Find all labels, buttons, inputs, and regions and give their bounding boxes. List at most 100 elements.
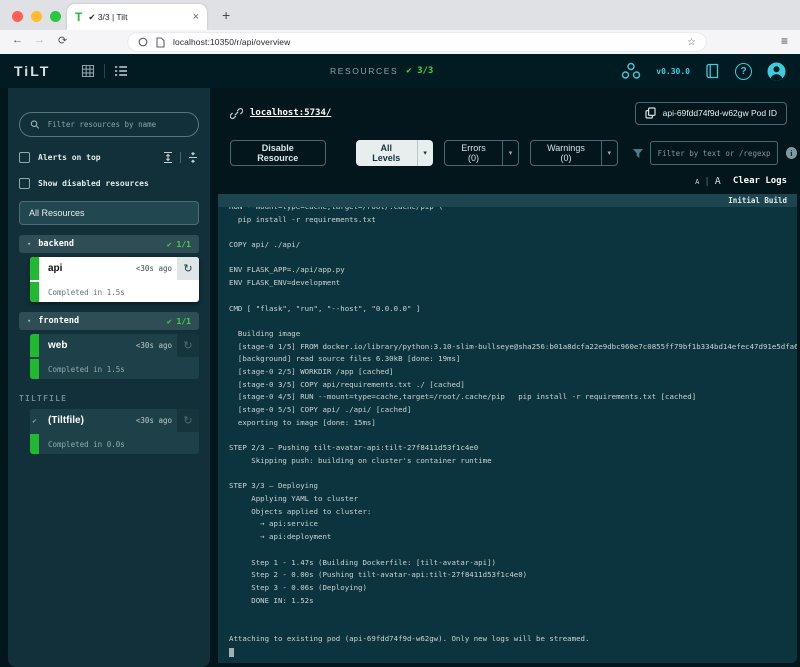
build-status-bar <box>30 334 39 357</box>
forward-button[interactable]: → <box>34 34 45 46</box>
log-cursor <box>229 648 234 658</box>
search-icon <box>30 120 40 129</box>
list-view-button[interactable] <box>105 62 137 80</box>
tilt-logo[interactable]: TiLT <box>14 63 50 79</box>
account-icon <box>767 62 786 80</box>
collapse-triangle-icon: ▾ <box>27 316 32 325</box>
tab-close-icon[interactable]: × <box>193 11 199 23</box>
account-button[interactable] <box>767 62 786 81</box>
window-zoom-button[interactable] <box>50 11 61 22</box>
resource-filter-input[interactable] <box>47 120 188 129</box>
resource-name: (Tiltfile) <box>48 415 84 426</box>
filter-info-icon[interactable]: i <box>785 147 797 159</box>
window-close-button[interactable] <box>12 11 23 22</box>
resource-group-backend: ▾ backend ✔ 1/1 api <30s ago ↻ Completed… <box>19 235 199 302</box>
window-minimize-button[interactable] <box>31 11 42 22</box>
errors-filter: Errors (0) ▾ <box>443 140 519 166</box>
new-tab-button[interactable]: + <box>222 8 230 22</box>
resource-age: <30s ago <box>135 416 172 425</box>
resource-name: web <box>48 340 68 351</box>
browser-tab[interactable]: T ✔ 3/3 | Tilt × <box>67 4 207 30</box>
clear-logs-button[interactable]: Clear Logs <box>733 176 787 186</box>
browser-window: T ✔ 3/3 | Tilt × + ← → ⟳ localhost:10350… <box>0 0 800 667</box>
reload-button[interactable]: ⟳ <box>58 34 67 47</box>
trigger-update-button[interactable]: ↻ <box>177 334 199 357</box>
resource-group-frontend: ▾ frontend ✔ 1/1 web <30s ago ↻ Complete… <box>19 312 199 379</box>
resource-age: <30s ago <box>135 264 172 273</box>
trigger-update-button[interactable]: ↻ <box>177 409 199 432</box>
copy-icon <box>645 107 656 119</box>
group-header-backend[interactable]: ▾ backend ✔ 1/1 <box>19 235 199 253</box>
warnings-caret[interactable]: ▾ <box>600 141 617 165</box>
pod-id-label: api-69fdd74f9d-w62gw Pod ID <box>662 108 777 118</box>
collapse-groups-icon <box>189 151 197 163</box>
help-button[interactable]: ? <box>735 62 752 80</box>
resource-filter[interactable] <box>19 112 199 137</box>
alerts-on-top-checkbox[interactable] <box>19 151 30 163</box>
menu-icon[interactable]: ≡ <box>781 34 788 48</box>
log-filter-input[interactable] <box>649 141 778 165</box>
link-icon <box>230 107 243 119</box>
group-header-frontend[interactable]: ▾ frontend ✔ 1/1 <box>19 312 199 330</box>
warnings-filter: Warnings (0) ▾ <box>530 140 618 166</box>
tiltfile-check-icon: ✔ <box>32 416 37 425</box>
resource-status: Completed in 0.0s <box>48 439 125 449</box>
resource-status: Completed in 1.5s <box>48 364 125 374</box>
warnings-button[interactable]: Warnings (0) <box>531 141 601 165</box>
font-size-increase-button[interactable]: A <box>715 176 721 187</box>
resource-status: Completed in 1.5s <box>48 287 125 297</box>
log-pane[interactable]: Initial Build RUN --mount=type=cache,tar… <box>218 194 797 663</box>
tiltfile-section-label: TILTFILE <box>19 394 68 403</box>
disable-resource-button[interactable]: Disable Resource <box>230 140 326 166</box>
book-icon <box>706 63 719 79</box>
trigger-update-button[interactable]: ↻ <box>177 257 199 280</box>
tilt-app: TiLT RESOURCES ✔ 3/3 v0.30.0 ? Filter re… <box>0 54 800 667</box>
runtime-status-bar <box>30 282 39 302</box>
runtime-status-bar <box>30 359 39 379</box>
all-levels-caret[interactable]: ▾ <box>416 140 433 166</box>
errors-button[interactable]: Errors (0) <box>445 141 502 165</box>
font-size-decrease-button[interactable]: A <box>695 178 699 186</box>
runtime-status-bar <box>30 434 39 454</box>
cluster-status-button[interactable] <box>621 62 641 80</box>
resource-card-tiltfile[interactable]: ✔ (Tiltfile) <30s ago ↻ Completed in 0.0… <box>30 409 199 454</box>
log-lines: RUN --mount=type=cache,target=/root/.cac… <box>229 207 797 643</box>
copy-pod-id-button[interactable]: api-69fdd74f9d-w62gw Pod ID <box>634 101 787 125</box>
site-info-icon[interactable] <box>138 37 148 47</box>
cluster-icon <box>622 62 641 79</box>
url-text[interactable]: localhost:10350/r/api/overview <box>173 37 290 47</box>
url-field[interactable]: localhost:10350/r/api/overview ☆ <box>128 33 706 51</box>
docs-button[interactable] <box>705 63 720 79</box>
log-level-filter: All Levels ▾ <box>355 140 433 166</box>
all-resources-button[interactable]: All Resources <box>19 201 199 225</box>
sidebar: Alerts on top Show disabled resources <box>8 88 210 667</box>
collapse-triangle-icon: ▾ <box>27 239 32 248</box>
filter-funnel-icon <box>632 148 643 158</box>
bookmark-star-icon[interactable]: ☆ <box>687 37 696 48</box>
list-icon <box>115 66 128 76</box>
tab-title: ✔ 3/3 | Tilt <box>88 11 128 22</box>
show-disabled-checkbox[interactable] <box>19 177 30 189</box>
errors-caret[interactable]: ▾ <box>502 141 518 165</box>
initial-build-label: Initial Build <box>728 196 787 205</box>
build-label-bar: Initial Build <box>218 194 797 207</box>
resource-card-web[interactable]: web <30s ago ↻ Completed in 1.5s <box>30 334 199 379</box>
collapse-groups-button[interactable] <box>187 151 199 164</box>
resources-label: RESOURCES <box>330 66 399 76</box>
show-disabled-label: Show disabled resources <box>38 178 149 188</box>
resource-card-api[interactable]: api <30s ago ↻ Completed in 1.5s <box>30 257 199 302</box>
expand-groups-button[interactable] <box>162 151 174 164</box>
grid-view-button[interactable] <box>72 62 104 80</box>
back-button[interactable]: ← <box>12 34 23 46</box>
log-scroll-area[interactable]: RUN --mount=type=cache,target=/root/.cac… <box>218 207 797 663</box>
version-label: v0.30.0 <box>656 66 690 76</box>
window-controls <box>12 11 61 22</box>
page-icon <box>156 36 165 48</box>
expand-groups-icon <box>164 151 172 163</box>
build-status-bar <box>30 257 39 280</box>
endpoint-link[interactable]: localhost:5734/ <box>250 108 331 118</box>
grid-icon <box>82 64 95 78</box>
resource-name: api <box>48 263 63 274</box>
all-levels-button[interactable]: All Levels <box>356 140 417 166</box>
resources-status-count: ✔ 3/3 <box>406 66 434 76</box>
